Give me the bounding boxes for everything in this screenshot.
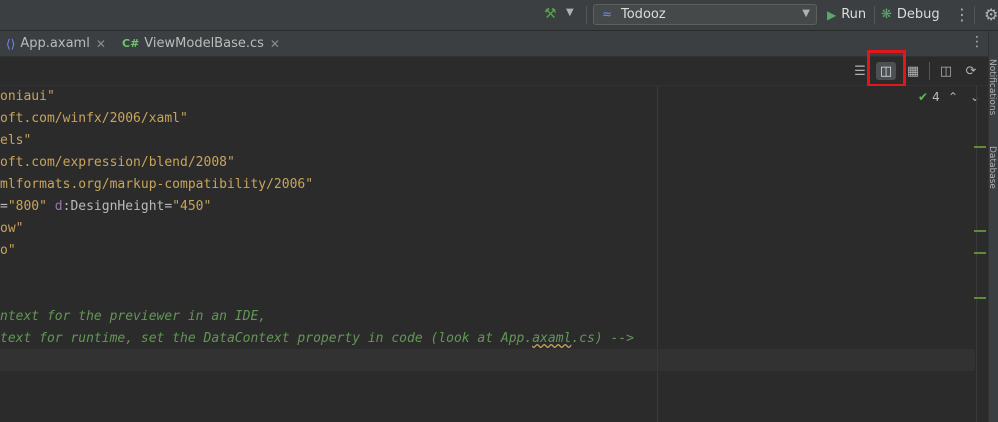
- close-icon[interactable]: ✕: [96, 37, 106, 51]
- chevron-up-icon[interactable]: ⌃: [948, 90, 958, 104]
- code-line: ow": [0, 221, 24, 236]
- csharp-file-icon: C#: [122, 37, 140, 50]
- change-marker[interactable]: [974, 146, 986, 148]
- dotnet-config-icon: ≈: [602, 7, 613, 21]
- code-line: ="800" d:DesignHeight="450": [0, 199, 212, 214]
- editor-tab-bar: ⟨⟩ App.axaml ✕ C# ViewModelBase.cs ✕ ⋮: [0, 31, 988, 57]
- refresh-preview-icon[interactable]: ⟳: [961, 62, 981, 80]
- highlight-box: [867, 50, 906, 87]
- code-line: oniaui": [0, 89, 55, 104]
- debug-label: Debug: [896, 7, 940, 22]
- scrollbar-track[interactable]: [976, 86, 977, 422]
- check-icon: ✔: [918, 90, 929, 104]
- database-tool-button[interactable]: Database: [987, 146, 997, 189]
- tab-label: ViewModelBase.cs: [144, 36, 264, 51]
- run-configuration-select[interactable]: ≈ Todooz ▼: [593, 4, 817, 25]
- right-tool-stripe: Notifications Database: [987, 31, 998, 422]
- run-button[interactable]: ▶ Run: [823, 4, 870, 25]
- main-toolbar: ⚒ ▼ ≈ Todooz ▼ ▶ Run ❋ Debug ⋮ ⚙: [0, 0, 998, 31]
- more-actions-icon[interactable]: ⋮: [954, 5, 970, 24]
- inspection-count: 4: [932, 90, 940, 104]
- current-line-highlight: [0, 349, 975, 371]
- code-line: o": [0, 243, 16, 258]
- chevron-down-icon: ▼: [802, 8, 810, 19]
- run-configuration-label: Todooz: [621, 7, 666, 22]
- editor-preview-toolbar: ☰ ◫ ▦ ◫ ⟳: [0, 57, 988, 86]
- tab-options-icon[interactable]: ⋮: [970, 34, 984, 50]
- debug-button[interactable]: ❋ Debug: [877, 4, 944, 25]
- tab-label: App.axaml: [20, 36, 90, 51]
- hammer-icon[interactable]: ⚒: [544, 6, 560, 22]
- split-vertical-icon[interactable]: ◫: [936, 62, 956, 80]
- change-marker[interactable]: [974, 297, 986, 299]
- toolbar-divider: [974, 6, 975, 24]
- preview-only-icon[interactable]: ▦: [903, 62, 923, 80]
- code-line: els": [0, 133, 32, 148]
- code-line: mlformats.org/markup-compatibility/2006": [0, 177, 314, 192]
- tab-viewmodelbase[interactable]: C# ViewModelBase.cs ✕: [122, 31, 280, 56]
- toolbar-divider: [874, 6, 875, 24]
- code-line: oft.com/expression/blend/2008": [0, 155, 235, 170]
- gear-icon[interactable]: ⚙: [984, 5, 998, 24]
- toolbar-divider: [929, 62, 930, 80]
- bug-icon: ❋: [881, 7, 892, 22]
- comment-line: ntext for the previewer in an IDE,: [0, 309, 267, 324]
- run-icon: ▶: [827, 7, 837, 22]
- comment-line: text for runtime, set the DataContext pr…: [0, 331, 634, 346]
- run-label: Run: [841, 7, 867, 22]
- change-marker[interactable]: [974, 230, 986, 232]
- code-editor[interactable]: oniaui" oft.com/winfx/2006/xaml" els" of…: [0, 86, 988, 422]
- inspections-widget[interactable]: ✔ 4: [918, 90, 940, 104]
- code-line: oft.com/winfx/2006/xaml": [0, 111, 188, 126]
- toolbar-divider: [586, 6, 587, 24]
- build-dropdown-chevron-icon[interactable]: ▼: [566, 7, 574, 18]
- close-icon[interactable]: ✕: [270, 37, 280, 51]
- axaml-file-icon: ⟨⟩: [6, 36, 16, 51]
- notifications-tool-button[interactable]: Notifications: [987, 59, 997, 115]
- right-margin-guide: [657, 86, 658, 422]
- change-marker[interactable]: [974, 252, 986, 254]
- tab-app-axaml[interactable]: ⟨⟩ App.axaml ✕: [6, 31, 106, 56]
